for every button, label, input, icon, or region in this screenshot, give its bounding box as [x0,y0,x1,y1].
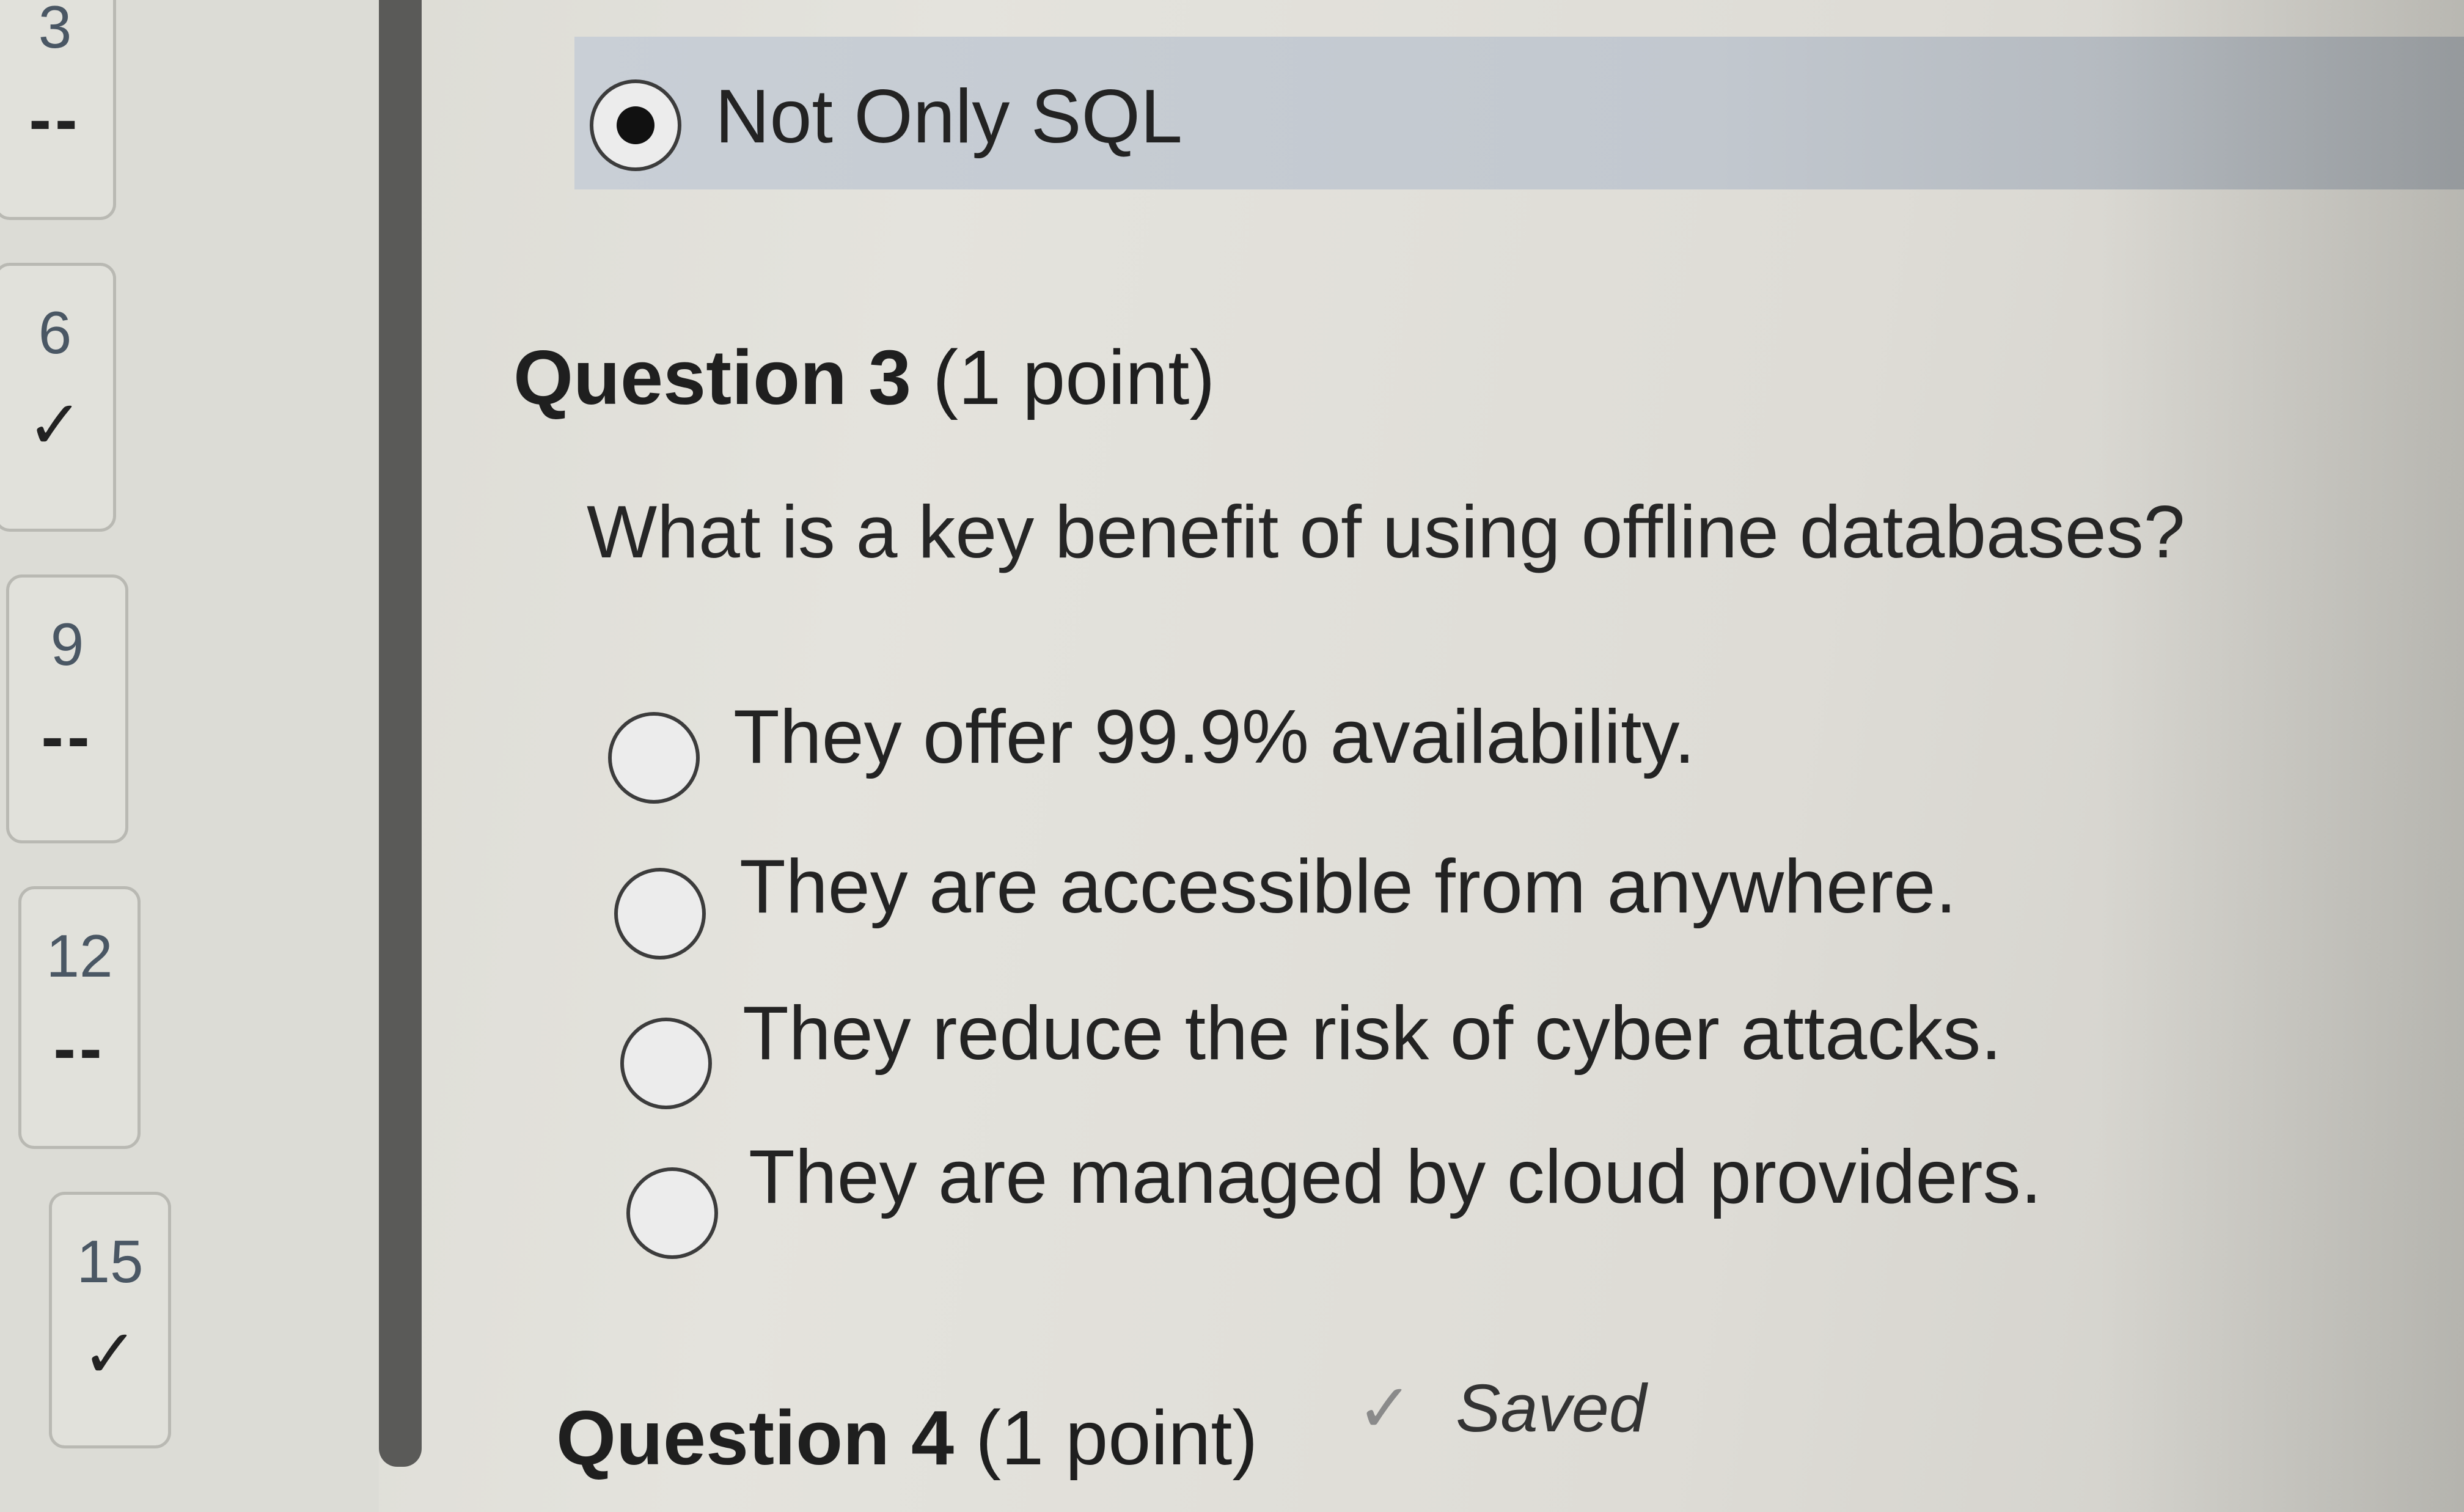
screen-shading [2097,0,2464,1512]
nav-item-question-12[interactable]: 12 -- [18,886,141,1149]
option-label: They reduce the risk of cyber attacks. [743,991,2002,1076]
nav-item-question-15[interactable]: 15 ✓ [49,1192,171,1448]
option-label: They are managed by cloud providers. [749,1135,2042,1219]
question-label: Question 3 [513,334,912,420]
unanswered-indicator: -- [29,82,81,157]
option-label: They are accessible from anywhere. [739,845,1957,929]
answer-label: Not Only SQL [715,75,1182,159]
checkmark-icon: ✓ [1357,1371,1414,1446]
panel-divider [379,0,422,1467]
question-label: Question 4 [556,1395,955,1481]
question-points: (1 point) [975,1395,1258,1481]
nav-item-number: 12 [46,922,113,989]
nav-item-number: 15 [76,1228,144,1295]
radio-button[interactable] [614,868,706,960]
nav-item-number: 6 [38,299,72,366]
radio-button-selected[interactable] [590,79,681,171]
saved-status: ✓ Saved [1357,1369,1646,1447]
question-3-text: What is a key benefit of using offline d… [587,490,2185,573]
unanswered-indicator: -- [41,699,94,774]
checkmark-icon: ✓ [81,1316,139,1392]
checkmark-icon: ✓ [26,387,84,463]
option-label: They offer 99.9% availability. [733,695,1695,779]
saved-label: Saved [1456,1371,1647,1446]
question-4-heading: Question 4 (1 point) [556,1393,1258,1482]
unanswered-indicator: -- [53,1011,106,1086]
selected-answer-row[interactable]: Not Only SQL [574,37,2464,189]
question-3-heading: Question 3 (1 point) [513,333,1215,422]
radio-button[interactable] [620,1018,712,1109]
nav-item-number: 9 [50,611,84,678]
question-points: (1 point) [933,334,1216,420]
radio-button[interactable] [626,1167,718,1259]
nav-item-question-9[interactable]: 9 -- [6,574,128,843]
nav-item-question-3[interactable]: 3 -- [0,0,116,220]
nav-item-question-6[interactable]: 6 ✓ [0,263,116,532]
question-navigator: 3 -- 6 ✓ 9 -- 12 -- 15 ✓ [0,0,379,1512]
radio-button[interactable] [608,712,700,804]
nav-item-number: 3 [38,0,72,61]
